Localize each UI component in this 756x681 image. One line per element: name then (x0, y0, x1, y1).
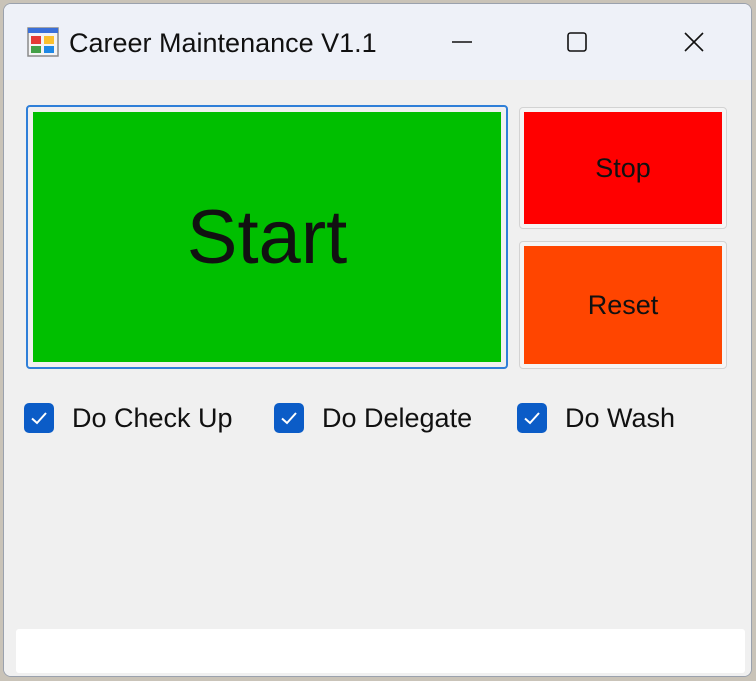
checkbox-box[interactable] (274, 403, 304, 433)
maximize-icon (567, 32, 587, 52)
checkbox-box[interactable] (517, 403, 547, 433)
status-bar (16, 629, 745, 673)
title-bar[interactable]: Career Maintenance V1.1 (4, 4, 751, 80)
minimize-button[interactable] (432, 20, 492, 64)
start-button-label: Start (186, 194, 348, 280)
app-window-icon (27, 27, 59, 57)
start-button[interactable]: Start (26, 105, 508, 369)
minimize-icon (452, 41, 472, 43)
do-delegate-checkbox[interactable]: Do Delegate (274, 400, 472, 436)
do-check-up-checkbox[interactable]: Do Check Up (24, 400, 233, 436)
checkmark-icon (31, 412, 47, 425)
stop-button[interactable]: Stop (519, 107, 727, 229)
stop-button-label: Stop (595, 152, 651, 183)
checkmark-icon (524, 412, 540, 425)
checkbox-box[interactable] (24, 403, 54, 433)
checkmark-icon (281, 412, 297, 425)
do-wash-checkbox[interactable]: Do Wash (517, 400, 675, 436)
reset-button-label: Reset (587, 289, 659, 320)
maximize-button[interactable] (547, 20, 607, 64)
app-window: Career Maintenance V1.1 Start Stop Reset… (3, 3, 752, 677)
reset-button[interactable]: Reset (519, 241, 727, 369)
client-area: Start Stop Reset Do Check Up Do Delegate… (4, 80, 751, 676)
checkbox-label: Do Check Up (72, 402, 233, 433)
close-icon (684, 32, 704, 52)
window-title: Career Maintenance V1.1 (69, 28, 377, 58)
checkbox-label: Do Wash (565, 402, 676, 433)
checkbox-label: Do Delegate (322, 402, 473, 433)
close-button[interactable] (664, 20, 724, 64)
